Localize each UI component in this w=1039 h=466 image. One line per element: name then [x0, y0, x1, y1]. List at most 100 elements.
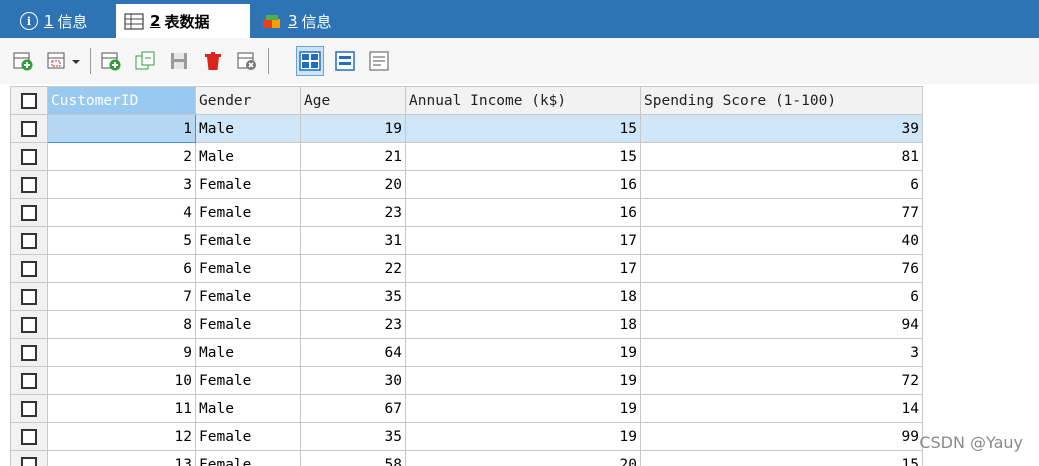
table-cell[interactable]: 11: [47, 394, 196, 423]
table-cell[interactable]: 39: [640, 114, 923, 143]
text-view-icon[interactable]: [368, 50, 390, 72]
select-all-checkbox[interactable]: [10, 86, 48, 115]
table-cell[interactable]: 12: [47, 422, 196, 451]
table-cell[interactable]: 40: [640, 226, 923, 255]
row-checkbox[interactable]: [10, 254, 48, 283]
table-cell[interactable]: 19: [405, 366, 641, 395]
table-cell[interactable]: 23: [300, 310, 406, 339]
table-cell[interactable]: Male: [195, 338, 301, 367]
table-cell[interactable]: 8: [47, 310, 196, 339]
table-row[interactable]: 5 Female 31 17 40: [10, 226, 923, 255]
column-header-annual-income[interactable]: Annual Income (k$): [405, 86, 641, 115]
row-checkbox[interactable]: [10, 422, 48, 451]
row-checkbox[interactable]: [10, 310, 48, 339]
table-cell[interactable]: 19: [405, 338, 641, 367]
table-cell[interactable]: 35: [300, 422, 406, 451]
grid-view-icon[interactable]: [296, 46, 324, 76]
table-row[interactable]: 11 Male 67 19 14: [10, 394, 923, 423]
tab-table-data[interactable]: 2 表数据: [116, 4, 250, 38]
table-cell[interactable]: Female: [195, 282, 301, 311]
row-checkbox[interactable]: [10, 450, 48, 466]
table-cell[interactable]: 7: [47, 282, 196, 311]
table-cell[interactable]: 3: [47, 170, 196, 199]
table-cell[interactable]: 16: [405, 170, 641, 199]
table-cell[interactable]: Female: [195, 226, 301, 255]
column-header-gender[interactable]: Gender: [195, 86, 301, 115]
table-cell[interactable]: 22: [300, 254, 406, 283]
column-header-customerid[interactable]: CustomerID: [47, 86, 196, 115]
table-cell[interactable]: 14: [640, 394, 923, 423]
tab-info-1[interactable]: i 1 信息: [12, 4, 112, 38]
table-cell[interactable]: 23: [300, 198, 406, 227]
delete-icon[interactable]: [202, 50, 224, 72]
table-cell[interactable]: 72: [640, 366, 923, 395]
table-cell[interactable]: 18: [405, 310, 641, 339]
column-header-spending-score[interactable]: Spending Score (1-100): [640, 86, 923, 115]
table-cell[interactable]: Male: [195, 114, 301, 143]
table-cell[interactable]: 19: [405, 394, 641, 423]
row-checkbox[interactable]: [10, 198, 48, 227]
table-cell[interactable]: 2: [47, 142, 196, 171]
row-checkbox[interactable]: [10, 170, 48, 199]
table-cell[interactable]: 20: [405, 450, 641, 466]
table-row[interactable]: 7 Female 35 18 6: [10, 282, 923, 311]
table-cell[interactable]: 31: [300, 226, 406, 255]
table-cell[interactable]: Female: [195, 170, 301, 199]
table-cell[interactable]: 19: [405, 422, 641, 451]
table-cell[interactable]: 9: [47, 338, 196, 367]
table-cell[interactable]: 15: [405, 114, 641, 143]
table-cell[interactable]: 81: [640, 142, 923, 171]
table-cell[interactable]: Female: [195, 310, 301, 339]
table-cell[interactable]: 6: [47, 254, 196, 283]
row-checkbox[interactable]: [10, 366, 48, 395]
table-cell[interactable]: 21: [300, 142, 406, 171]
row-checkbox[interactable]: [10, 142, 48, 171]
table-row[interactable]: 8 Female 23 18 94: [10, 310, 923, 339]
table-cell[interactable]: 19: [300, 114, 406, 143]
table-cell[interactable]: 17: [405, 254, 641, 283]
table-cell[interactable]: 99: [640, 422, 923, 451]
table-row[interactable]: 9 Male 64 19 3: [10, 338, 923, 367]
table-cell[interactable]: 94: [640, 310, 923, 339]
table-cell[interactable]: 15: [640, 450, 923, 466]
table-cell[interactable]: Male: [195, 394, 301, 423]
table-row[interactable]: 12 Female 35 19 99: [10, 422, 923, 451]
clear-icon[interactable]: [236, 50, 258, 72]
table-cell[interactable]: 30: [300, 366, 406, 395]
table-cell[interactable]: Female: [195, 366, 301, 395]
row-checkbox[interactable]: [10, 282, 48, 311]
save-icon[interactable]: [168, 50, 190, 72]
add-record-icon[interactable]: [100, 50, 122, 72]
table-cell[interactable]: Female: [195, 254, 301, 283]
table-cell[interactable]: Female: [195, 198, 301, 227]
table-cell[interactable]: 67: [300, 394, 406, 423]
table-row[interactable]: 6 Female 22 17 76: [10, 254, 923, 283]
form-view-icon[interactable]: [334, 50, 356, 72]
table-row[interactable]: 3 Female 20 16 6: [10, 170, 923, 199]
table-cell[interactable]: 77: [640, 198, 923, 227]
table-row[interactable]: 4 Female 23 16 77: [10, 198, 923, 227]
table-row[interactable]: 2 Male 21 15 81: [10, 142, 923, 171]
copy-record-icon[interactable]: [134, 50, 156, 72]
new-record-icon[interactable]: [12, 50, 34, 72]
table-cell[interactable]: 1: [47, 114, 196, 143]
table-row[interactable]: 13 Female 58 20 15: [10, 450, 923, 466]
table-cell[interactable]: 4: [47, 198, 196, 227]
table-cell[interactable]: 64: [300, 338, 406, 367]
table-cell[interactable]: 58: [300, 450, 406, 466]
table-cell[interactable]: 3: [640, 338, 923, 367]
row-checkbox[interactable]: [10, 338, 48, 367]
table-cell[interactable]: 5: [47, 226, 196, 255]
row-checkbox[interactable]: [10, 226, 48, 255]
table-cell[interactable]: 18: [405, 282, 641, 311]
table-cell[interactable]: 15: [405, 142, 641, 171]
table-row[interactable]: 10 Female 30 19 72: [10, 366, 923, 395]
table-cell[interactable]: 76: [640, 254, 923, 283]
table-row[interactable]: 1 Male 19 15 39: [10, 114, 923, 143]
table-cell[interactable]: Male: [195, 142, 301, 171]
table-cell[interactable]: Female: [195, 450, 301, 466]
table-cell[interactable]: 16: [405, 198, 641, 227]
row-checkbox[interactable]: [10, 114, 48, 143]
table-cell[interactable]: 13: [47, 450, 196, 466]
table-cell[interactable]: 35: [300, 282, 406, 311]
